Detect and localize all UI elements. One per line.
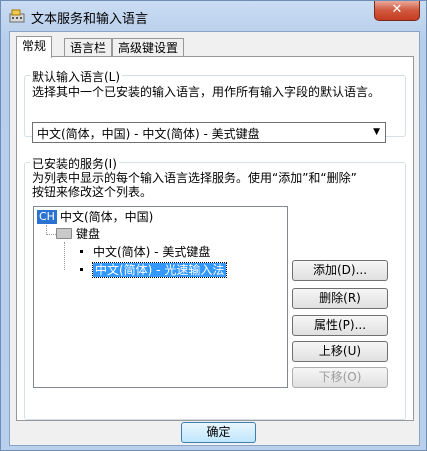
tree-item-label-selected: 中文(简体) - 光速输入法 xyxy=(91,262,228,278)
tree-connector xyxy=(64,242,65,270)
language-badge-icon: CH xyxy=(37,210,57,224)
keyboard-app-icon xyxy=(9,9,25,23)
installed-services-tree[interactable]: CH 中文(简体，中国) 键盘 中文(简体) - 美式键盘 中文(简体) - 光速… xyxy=(33,206,288,388)
default-language-dropdown[interactable]: 中文(简体，中国) - 中文(简体) - 美式键盘 ▼ xyxy=(32,122,386,143)
close-icon: ✕ xyxy=(391,2,403,17)
tree-node-keyboard[interactable]: 键盘 xyxy=(56,226,100,242)
tab-advanced-key-settings[interactable]: 高级键设置 xyxy=(112,38,185,57)
tree-item[interactable]: 中文(简体) - 光速输入法 xyxy=(78,262,228,278)
bullet-icon xyxy=(80,250,83,253)
keyboard-icon xyxy=(56,228,72,239)
default-language-label: 默认输入语言(L) xyxy=(30,68,123,85)
add-button[interactable]: 添加(D)... xyxy=(292,260,388,281)
tree-connector xyxy=(46,234,56,235)
remove-button[interactable]: 删除(R) xyxy=(292,288,388,309)
ok-button[interactable]: 确定 xyxy=(181,422,256,443)
dropdown-value: 中文(简体，中国) - 中文(简体) - 美式键盘 xyxy=(37,127,260,141)
tab-language-bar[interactable]: 语言栏 xyxy=(64,38,113,57)
installed-services-description-2: 按钮来修改这个列表。 xyxy=(32,185,153,199)
tree-node-language[interactable]: CH 中文(简体，中国) xyxy=(37,209,153,225)
tree-language-label: 中文(简体，中国) xyxy=(59,210,154,224)
tree-item-label: 中文(简体) - 美式键盘 xyxy=(93,245,211,259)
installed-services-label: 已安装的服务(I) xyxy=(30,155,119,172)
installed-services-description-1: 为列表中显示的每个输入语言选择服务。使用“添加”和“删除” xyxy=(32,171,357,185)
default-language-description: 选择其中一个已安装的输入语言，用作所有输入字段的默认语言。 xyxy=(32,85,381,99)
tree-category-label: 键盘 xyxy=(76,227,101,241)
bullet-icon xyxy=(80,268,83,271)
move-up-button[interactable]: 上移(U) xyxy=(292,341,388,362)
tree-item[interactable]: 中文(简体) - 美式键盘 xyxy=(78,244,210,260)
window-title: 文本服务和输入语言 xyxy=(31,12,149,27)
title-bar[interactable]: 文本服务和输入语言 ✕ xyxy=(1,1,426,31)
dialog-window: 文本服务和输入语言 ✕ 常规 语言栏 高级键设置 默认输入语言(L) 选择其中一… xyxy=(0,0,427,451)
move-down-button[interactable]: 下移(O) xyxy=(292,367,388,388)
close-button[interactable]: ✕ xyxy=(374,1,420,21)
chevron-down-icon: ▼ xyxy=(373,127,380,137)
tab-general[interactable]: 常规 xyxy=(16,36,53,58)
properties-button[interactable]: 属性(P)... xyxy=(292,315,388,336)
dialog-client-area: 常规 语言栏 高级键设置 默认输入语言(L) 选择其中一个已安装的输入语言，用作… xyxy=(9,31,420,446)
